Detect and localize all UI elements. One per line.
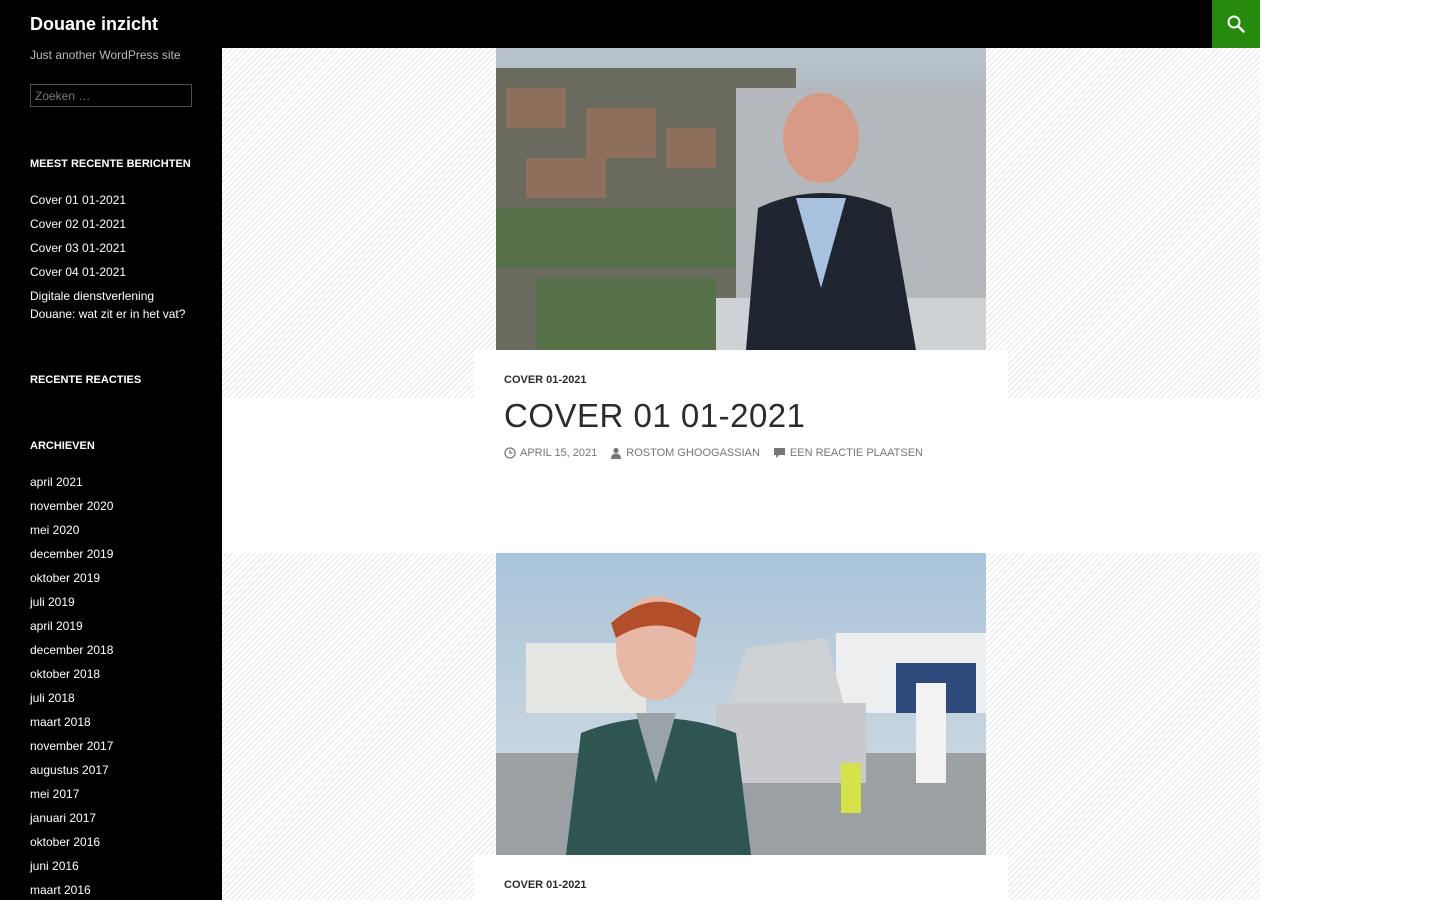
list-item: december 2018 xyxy=(30,641,190,659)
post-date[interactable]: April 15, 2021 xyxy=(504,447,597,459)
archive-link[interactable]: mei 2017 xyxy=(30,787,79,801)
list-item: Cover 04 01-2021 xyxy=(30,263,190,281)
recent-post-link[interactable]: Cover 03 01-2021 xyxy=(30,241,126,255)
archive-link[interactable]: oktober 2018 xyxy=(30,667,100,681)
category-link[interactable]: Cover 01-2021 xyxy=(504,879,587,891)
archives-title: Archieven xyxy=(30,440,95,452)
archive-link[interactable]: april 2021 xyxy=(30,475,83,489)
archive-link[interactable]: juli 2018 xyxy=(30,691,75,705)
user-icon xyxy=(611,447,622,459)
site-tagline: Just another WordPress site xyxy=(30,48,181,62)
list-item: mei 2020 xyxy=(30,521,190,539)
post-title[interactable]: Cover 01 01-2021 xyxy=(504,397,806,435)
archive-link[interactable]: november 2020 xyxy=(30,499,113,513)
list-item: oktober 2019 xyxy=(30,569,190,587)
list-item: januari 2017 xyxy=(30,809,190,827)
search-icon xyxy=(1227,15,1245,33)
recent-post-link[interactable]: Cover 02 01-2021 xyxy=(30,217,126,231)
post-thumbnail[interactable] xyxy=(496,48,986,350)
archive-link[interactable]: maart 2016 xyxy=(30,883,91,897)
search-input[interactable] xyxy=(30,84,192,107)
list-item: augustus 2017 xyxy=(30,761,190,779)
list-item: Cover 02 01-2021 xyxy=(30,215,190,233)
archive-link[interactable]: januari 2017 xyxy=(30,811,96,825)
archive-link[interactable]: december 2018 xyxy=(30,643,113,657)
list-item: december 2019 xyxy=(30,545,190,563)
post-entry: Cover 01-2021 xyxy=(474,855,1008,900)
featured-photo xyxy=(496,48,986,350)
featured-photo xyxy=(496,553,986,855)
archive-link[interactable]: juni 2016 xyxy=(30,859,79,873)
list-item: november 2017 xyxy=(30,737,190,755)
list-item: november 2020 xyxy=(30,497,190,515)
recent-post-link[interactable]: Cover 01 01-2021 xyxy=(30,193,126,207)
recent-post-link[interactable]: Cover 04 01-2021 xyxy=(30,265,126,279)
list-item: juli 2018 xyxy=(30,689,190,707)
recent-posts-title: Meest recente berichten xyxy=(30,158,191,170)
post-author-text: Rostom Ghoogassian xyxy=(626,447,760,459)
post-author[interactable]: Rostom Ghoogassian xyxy=(610,447,760,459)
archive-link[interactable]: oktober 2019 xyxy=(30,571,100,585)
comments-link[interactable]: Een reactie plaatsen xyxy=(773,447,923,459)
post-entry: Cover 01-2021 Cover 01 01-2021 April 15,… xyxy=(474,350,1008,553)
archive-link[interactable]: juli 2019 xyxy=(30,595,75,609)
list-item: juli 2019 xyxy=(30,593,190,611)
clock-icon xyxy=(504,447,516,459)
recent-posts-list: Cover 01 01-2021 Cover 02 01-2021 Cover … xyxy=(30,191,190,329)
list-item: Cover 03 01-2021 xyxy=(30,239,190,257)
list-item: Digitale dienstverlening Douane: wat zit… xyxy=(30,287,190,323)
comment-icon xyxy=(773,448,785,458)
category-link[interactable]: Cover 01-2021 xyxy=(504,374,587,386)
archive-link[interactable]: april 2019 xyxy=(30,619,83,633)
right-margin xyxy=(1260,0,1440,900)
list-item: mei 2017 xyxy=(30,785,190,803)
comments-link-text: Een reactie plaatsen xyxy=(789,447,923,459)
archive-link[interactable]: oktober 2016 xyxy=(30,835,100,849)
post-date-text: April 15, 2021 xyxy=(520,447,598,459)
site-header: Douane inzicht xyxy=(0,0,1260,48)
list-item: juni 2016 xyxy=(30,857,190,875)
archive-link[interactable]: mei 2020 xyxy=(30,523,79,537)
recent-post-link[interactable]: Digitale dienstverlening Douane: wat zit… xyxy=(30,289,185,321)
list-item: maart 2016 xyxy=(30,881,190,899)
list-item: april 2019 xyxy=(30,617,190,635)
archive-link[interactable]: augustus 2017 xyxy=(30,763,109,777)
archives-list: april 2021 november 2020 mei 2020 decemb… xyxy=(30,473,190,905)
list-item: Cover 01 01-2021 xyxy=(30,191,190,209)
site-title[interactable]: Douane inzicht xyxy=(30,12,158,36)
post-meta: April 15, 2021 Rostom Ghoogassian Een re… xyxy=(504,447,936,459)
recent-comments-title: Recente reacties xyxy=(30,374,142,386)
list-item: oktober 2016 xyxy=(30,833,190,851)
list-item: oktober 2018 xyxy=(30,665,190,683)
search-toggle-button[interactable] xyxy=(1212,0,1260,48)
archive-link[interactable]: maart 2018 xyxy=(30,715,91,729)
sidebar: Just another WordPress site Meest recent… xyxy=(0,48,222,900)
archive-link[interactable]: november 2017 xyxy=(30,739,113,753)
list-item: maart 2018 xyxy=(30,713,190,731)
archive-link[interactable]: december 2019 xyxy=(30,547,113,561)
post-thumbnail[interactable] xyxy=(496,553,986,855)
list-item: april 2021 xyxy=(30,473,190,491)
